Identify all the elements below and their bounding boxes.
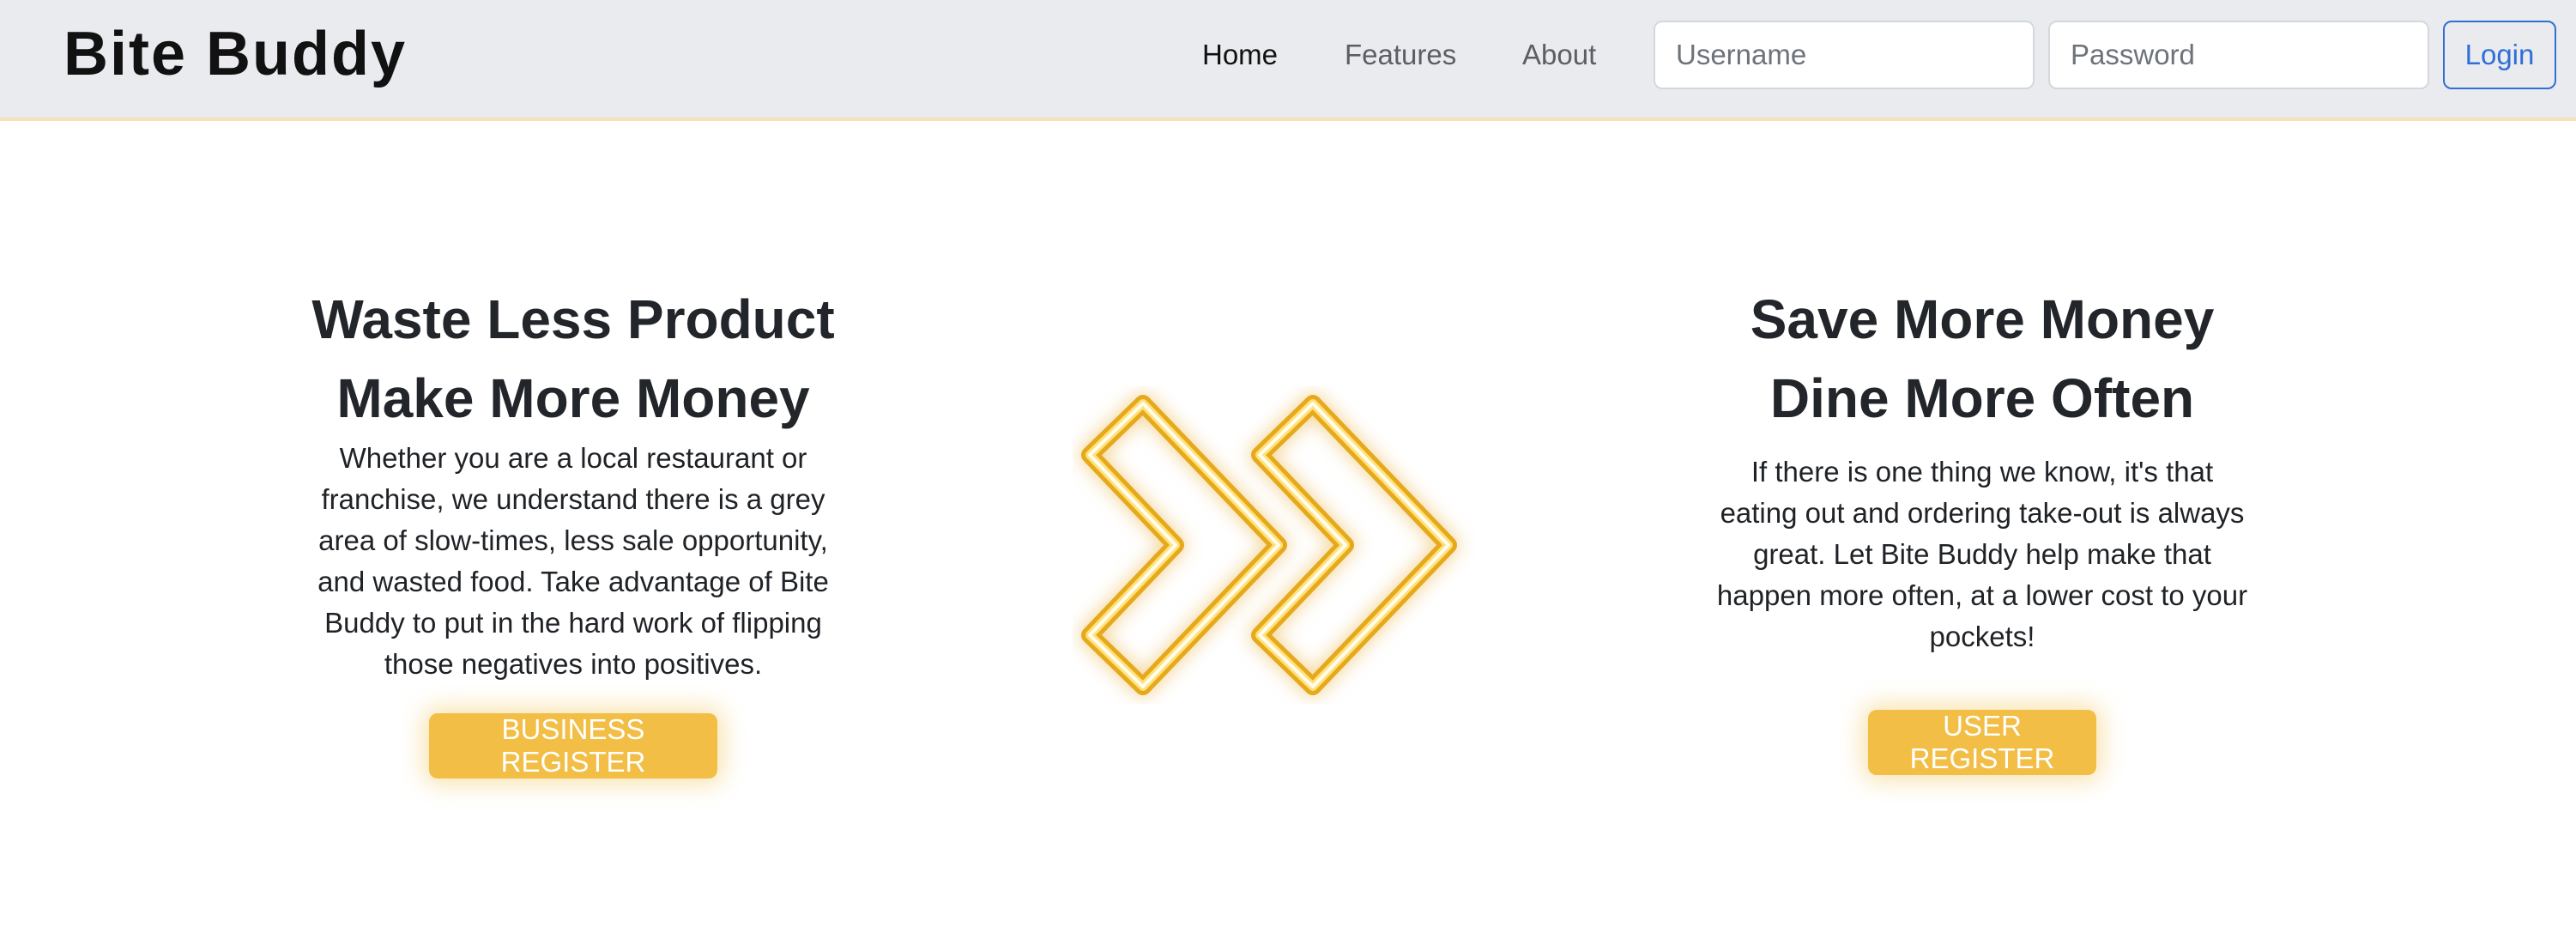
business-section: Waste Less Product Make More Money Wheth… xyxy=(299,280,848,778)
business-register-button[interactable]: BUSINESS REGISTER xyxy=(429,713,717,778)
business-description: Whether you are a local restaurant or fr… xyxy=(317,442,829,680)
business-heading: Waste Less Product Make More Money xyxy=(299,280,848,438)
nav-link-features[interactable]: Features xyxy=(1345,36,1456,74)
nav-link-about[interactable]: About xyxy=(1522,36,1596,74)
password-input[interactable] xyxy=(2048,21,2429,89)
user-section: Save More Money Dine More Often If there… xyxy=(1702,280,2262,775)
business-heading-line1: Waste Less Product xyxy=(311,288,835,350)
user-register-button[interactable]: USER REGISTER xyxy=(1868,710,2096,775)
brand-logo[interactable]: Bite Buddy xyxy=(63,15,407,93)
nav-link-home[interactable]: Home xyxy=(1202,36,1278,74)
business-heading-line2: Make More Money xyxy=(336,367,810,429)
user-heading: Save More Money Dine More Often xyxy=(1702,280,2262,438)
user-heading-line1: Save More Money xyxy=(1750,288,2215,350)
user-description: If there is one thing we know, it's that… xyxy=(1716,456,2248,652)
username-input[interactable] xyxy=(1654,21,2035,89)
double-chevron-right-neon-icon xyxy=(1081,395,1457,695)
top-navbar: Bite Buddy Home Features About Login xyxy=(0,0,2576,121)
user-heading-line2: Dine More Often xyxy=(1769,367,2195,429)
login-button[interactable]: Login xyxy=(2443,21,2556,89)
